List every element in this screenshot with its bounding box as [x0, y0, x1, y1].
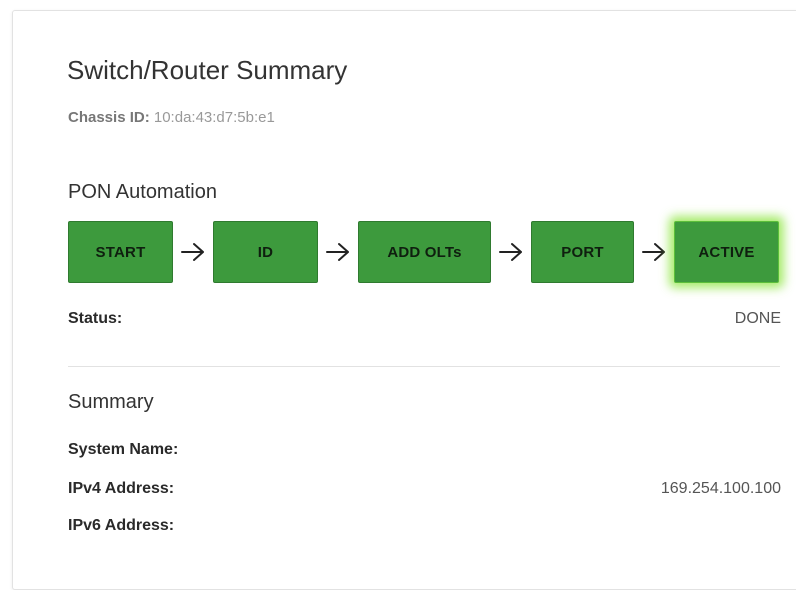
summary-card: Switch/Router Summary Chassis ID: 10:da:… — [12, 10, 796, 590]
chassis-id-value: 10:da:43:d7:5b:e1 — [153, 109, 275, 126]
ipv6-address-label: IPv6 Address: — [68, 517, 175, 534]
step-id[interactable]: ID — [213, 221, 318, 283]
arrow-right-icon — [318, 221, 358, 283]
system-name-label: System Name: — [68, 441, 179, 458]
divider — [68, 366, 780, 367]
arrow-right-icon — [173, 221, 213, 283]
summary-title: Summary — [68, 391, 154, 413]
step-add-olts[interactable]: ADD OLTs — [358, 221, 491, 283]
arrow-right-icon — [634, 221, 674, 283]
status-value: DONE — [734, 310, 781, 327]
pon-automation-title: PON Automation — [68, 181, 217, 203]
step-start[interactable]: START — [68, 221, 173, 283]
chassis-id-row: Chassis ID: 10:da:43:d7:5b:e1 — [68, 109, 275, 126]
status-label: Status: — [68, 310, 123, 327]
ipv4-address-label: IPv4 Address: — [68, 480, 175, 497]
chassis-id-label: Chassis ID: — [68, 109, 150, 126]
page-title: Switch/Router Summary — [67, 55, 348, 85]
arrow-right-icon — [491, 221, 531, 283]
step-port[interactable]: PORT — [531, 221, 634, 283]
ipv4-address-value: 169.254.100.100 — [660, 480, 781, 497]
step-active[interactable]: ACTIVE — [674, 221, 779, 283]
